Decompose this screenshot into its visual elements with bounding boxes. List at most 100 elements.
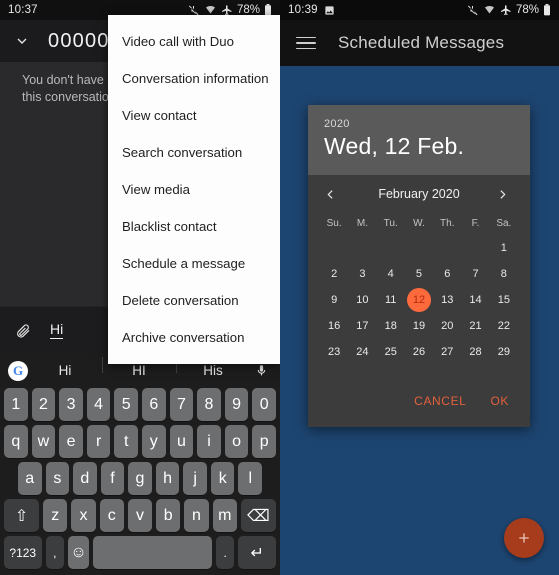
calendar-day-8[interactable]: 8 — [490, 261, 518, 287]
calendar-day-6[interactable]: 6 — [433, 261, 461, 287]
key-e[interactable]: e — [59, 425, 83, 458]
calendar-day-22[interactable]: 22 — [490, 313, 518, 339]
date-picker-year[interactable]: 2020 — [324, 118, 514, 130]
calendar-day-23[interactable]: 23 — [320, 339, 348, 365]
suggestion-item[interactable]: His — [176, 357, 250, 378]
key-w[interactable]: w — [31, 425, 56, 458]
key-m[interactable]: m — [212, 499, 237, 532]
backspace-key[interactable]: ⌫ — [240, 499, 277, 532]
calendar-day-28[interactable]: 28 — [461, 339, 489, 365]
calendar-day-27[interactable]: 27 — [433, 339, 461, 365]
calendar-day-13[interactable]: 13 — [433, 287, 461, 313]
key-s[interactable]: s — [45, 462, 70, 495]
key-4[interactable]: 4 — [86, 388, 111, 421]
paperclip-icon[interactable] — [12, 323, 34, 339]
key-h[interactable]: h — [155, 462, 180, 495]
key-p[interactable]: p — [252, 425, 276, 458]
calendar-day-10[interactable]: 10 — [348, 287, 376, 313]
menu-item-delete-conversation[interactable]: Delete conversation — [108, 282, 280, 319]
calendar-week-row: 1 — [320, 235, 518, 261]
menu-item-schedule-a-message[interactable]: Schedule a message — [108, 245, 280, 282]
cancel-button[interactable]: CANCEL — [405, 389, 475, 413]
menu-item-blacklist-contact[interactable]: Blacklist contact — [108, 208, 280, 245]
ok-button[interactable]: OK — [481, 389, 518, 413]
calendar-day-11[interactable]: 11 — [377, 287, 405, 313]
key-c[interactable]: c — [99, 499, 124, 532]
key-t[interactable]: t — [114, 425, 138, 458]
key-q[interactable]: q — [4, 425, 28, 458]
emoji-key[interactable]: ☺ — [68, 536, 89, 569]
calendar-day-19[interactable]: 19 — [405, 313, 433, 339]
key-8[interactable]: 8 — [197, 388, 221, 421]
calendar-day-17[interactable]: 17 — [348, 313, 376, 339]
space-key[interactable] — [92, 536, 212, 569]
menu-item-conversation-information[interactable]: Conversation information — [108, 60, 280, 97]
chevron-left-icon[interactable] — [324, 188, 342, 201]
date-picker-selected-date[interactable]: Wed, 12 Feb. — [324, 133, 514, 160]
hamburger-icon[interactable] — [296, 36, 316, 50]
menu-item-video-call[interactable]: Video call with Duo — [108, 23, 280, 60]
key-z[interactable]: z — [43, 499, 68, 532]
key-v[interactable]: v — [127, 499, 153, 532]
calendar-day-2[interactable]: 2 — [320, 261, 348, 287]
key-a[interactable]: a — [17, 462, 42, 495]
key-9[interactable]: 9 — [224, 388, 249, 421]
chevron-down-icon[interactable] — [10, 33, 34, 49]
menu-item-view-contact[interactable]: View contact — [108, 97, 280, 134]
calendar-day-29[interactable]: 29 — [490, 339, 518, 365]
calendar-day-25[interactable]: 25 — [377, 339, 405, 365]
key-i[interactable]: i — [197, 425, 221, 458]
key-2[interactable]: 2 — [31, 388, 56, 421]
period-key[interactable]: . — [215, 536, 235, 569]
calendar-day-9[interactable]: 9 — [320, 287, 348, 313]
calendar-day-1[interactable]: 1 — [490, 235, 518, 261]
enter-key[interactable]: ↵ — [238, 536, 276, 569]
key-x[interactable]: x — [71, 499, 96, 532]
key-n[interactable]: n — [184, 499, 209, 532]
calendar-day-21[interactable]: 21 — [461, 313, 489, 339]
key-1[interactable]: 1 — [4, 388, 28, 421]
key-u[interactable]: u — [169, 425, 194, 458]
key-0[interactable]: 0 — [252, 388, 276, 421]
key-j[interactable]: j — [183, 462, 207, 495]
menu-item-archive-conversation[interactable]: Archive conversation — [108, 319, 280, 356]
shift-key[interactable]: ⇧ — [3, 499, 40, 532]
compose-input[interactable]: Hi — [50, 322, 64, 339]
key-5[interactable]: 5 — [114, 388, 138, 421]
key-k[interactable]: k — [210, 462, 235, 495]
key-l[interactable]: l — [238, 462, 263, 495]
google-logo-icon[interactable]: G — [8, 360, 28, 381]
calendar-day-20[interactable]: 20 — [433, 313, 461, 339]
suggestion-item[interactable]: Hi — [28, 363, 102, 378]
calendar-day-16[interactable]: 16 — [320, 313, 348, 339]
suggestion-item[interactable]: HI — [102, 357, 176, 378]
key-f[interactable]: f — [100, 462, 125, 495]
calendar-day-15[interactable]: 15 — [490, 287, 518, 313]
key-7[interactable]: 7 — [169, 388, 194, 421]
key-y[interactable]: y — [142, 425, 166, 458]
key-3[interactable]: 3 — [59, 388, 83, 421]
key-r[interactable]: r — [86, 425, 111, 458]
calendar-day-24[interactable]: 24 — [348, 339, 376, 365]
microphone-icon[interactable] — [250, 363, 272, 378]
menu-item-view-media[interactable]: View media — [108, 171, 280, 208]
calendar-day-empty — [320, 235, 348, 261]
menu-item-search-conversation[interactable]: Search conversation — [108, 134, 280, 171]
add-scheduled-message-fab[interactable] — [504, 518, 544, 558]
calendar-day-12-selected[interactable]: 12 — [405, 287, 433, 313]
chevron-right-icon[interactable] — [496, 188, 514, 201]
symbols-key[interactable]: ?123 — [4, 536, 42, 569]
calendar-day-4[interactable]: 4 — [377, 261, 405, 287]
comma-key[interactable]: , — [45, 536, 65, 569]
key-g[interactable]: g — [128, 462, 152, 495]
calendar-day-5[interactable]: 5 — [405, 261, 433, 287]
key-o[interactable]: o — [224, 425, 249, 458]
key-6[interactable]: 6 — [142, 388, 166, 421]
calendar-day-7[interactable]: 7 — [461, 261, 489, 287]
calendar-day-3[interactable]: 3 — [348, 261, 376, 287]
calendar-day-26[interactable]: 26 — [405, 339, 433, 365]
calendar-day-18[interactable]: 18 — [377, 313, 405, 339]
key-d[interactable]: d — [73, 462, 97, 495]
key-b[interactable]: b — [156, 499, 181, 532]
calendar-day-14[interactable]: 14 — [461, 287, 489, 313]
